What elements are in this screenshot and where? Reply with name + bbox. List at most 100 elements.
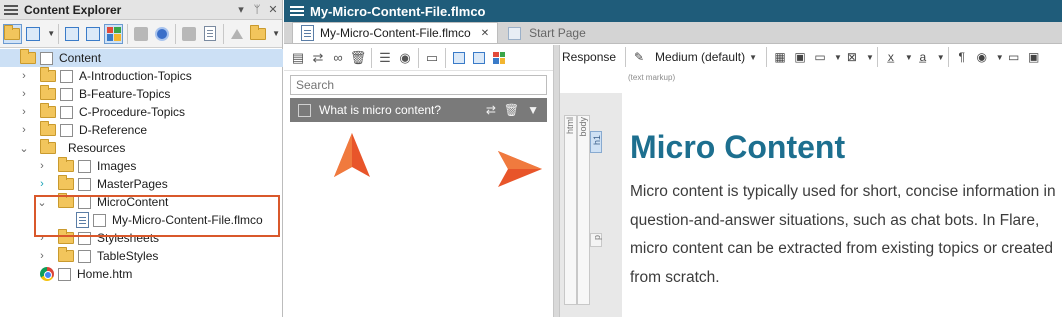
- checkbox[interactable]: [78, 159, 91, 173]
- insert-table-icon[interactable]: ▦: [772, 49, 788, 65]
- markup-hint: (text markup): [628, 73, 676, 82]
- content-heading[interactable]: Micro Content: [630, 129, 1060, 166]
- close-icon[interactable]: ✕: [268, 3, 278, 16]
- copy-button[interactable]: [84, 24, 103, 44]
- delete-icon[interactable]: 🗑: [349, 49, 367, 67]
- add-item-icon[interactable]: ▤: [289, 49, 307, 67]
- expand-icon[interactable]: ›: [18, 88, 30, 100]
- grid-view-button[interactable]: [104, 23, 123, 44]
- collapse-icon[interactable]: ⌄: [18, 142, 30, 155]
- xml-editor-pane: Response ✎ Medium (default) ▼ ▦ ▣ ▭ ▼ ⊠ …: [560, 45, 1062, 317]
- list-item[interactable]: What is micro content? ⇄ 🗑 ▼: [290, 98, 547, 122]
- tree-item-a-introduction[interactable]: › A-Introduction-Topics: [0, 67, 283, 85]
- expand-icon[interactable]: ›: [18, 70, 30, 82]
- tree-item-tablestyles[interactable]: › TableStyles: [0, 247, 283, 265]
- chevron-down-icon[interactable]: ▼: [527, 103, 539, 117]
- checkbox[interactable]: [60, 105, 73, 119]
- refresh-icon: [154, 26, 169, 41]
- document-content[interactable]: Micro Content Micro content is typically…: [628, 93, 1060, 317]
- tree-item-c-procedure[interactable]: › C-Procedure-Topics: [0, 103, 283, 121]
- new-folder-icon: [249, 24, 266, 40]
- body-label: body: [578, 117, 588, 137]
- move-up-button[interactable]: [228, 24, 247, 44]
- expand-icon[interactable]: ›: [36, 160, 48, 172]
- export-button[interactable]: [180, 24, 199, 44]
- add-child-icon[interactable]: ⇄: [309, 49, 327, 67]
- checkbox[interactable]: [78, 177, 91, 191]
- checkbox[interactable]: [78, 249, 91, 263]
- chrome-icon: [40, 267, 54, 281]
- folder-icon: [4, 24, 21, 40]
- search-box[interactable]: [290, 75, 547, 95]
- expand-icon[interactable]: ›: [18, 124, 30, 136]
- edit-icon[interactable]: ☰: [376, 49, 394, 67]
- pilcrow-icon[interactable]: ¶: [954, 49, 970, 65]
- checkbox[interactable]: [40, 51, 53, 65]
- folder-icon: [58, 175, 74, 190]
- expand-icon[interactable]: ›: [36, 250, 48, 262]
- style-select[interactable]: Medium (default) ▼: [655, 50, 757, 64]
- insert-link-icon[interactable]: ⊠: [844, 49, 860, 65]
- menu-icon[interactable]: [290, 6, 304, 16]
- checkbox[interactable]: [298, 103, 311, 117]
- more-icon[interactable]: ▣: [1026, 49, 1042, 65]
- preview-icon[interactable]: ◉: [396, 49, 414, 67]
- snippet-icon[interactable]: a̲: [915, 49, 931, 65]
- tree-item-home[interactable]: Home.htm: [0, 265, 283, 283]
- style-icon[interactable]: ✎: [631, 49, 647, 65]
- add-button[interactable]: [63, 24, 82, 44]
- document-title: My-Micro-Content-File.flmco: [310, 3, 486, 19]
- new-folder-dropdown-icon[interactable]: ▼: [272, 29, 280, 38]
- pin-icon[interactable]: ᛘ: [252, 4, 262, 16]
- tree-item-resources[interactable]: ⌄ Resources: [0, 139, 283, 157]
- delete-icon[interactable]: 🗑: [504, 103, 519, 117]
- folder-view-button[interactable]: [3, 23, 22, 44]
- body-structure-bar[interactable]: [577, 115, 590, 305]
- close-tab-icon[interactable]: ✕: [481, 28, 489, 39]
- refresh-button[interactable]: [152, 24, 171, 44]
- tab-micro-content-file[interactable]: My-Micro-Content-File.flmco ✕: [292, 22, 499, 43]
- panel-title-bar: Content Explorer ▾ ᛘ ✕: [0, 0, 282, 20]
- insert-image-icon[interactable]: ▣: [792, 49, 808, 65]
- grid-icon[interactable]: [490, 49, 508, 67]
- tab-start-page[interactable]: Start Page: [500, 23, 594, 43]
- link-icon[interactable]: ∞: [329, 49, 347, 67]
- editor-area: My-Micro-Content-File.flmco My-Micro-Con…: [284, 0, 1062, 317]
- checkbox[interactable]: [58, 267, 71, 281]
- variable-icon[interactable]: x̲: [883, 49, 899, 65]
- tree-item-d-reference[interactable]: › D-Reference: [0, 121, 283, 139]
- layout-button[interactable]: [24, 24, 43, 44]
- checkbox[interactable]: [60, 69, 73, 83]
- tree-label: Resources: [68, 141, 126, 155]
- collapse-all-icon[interactable]: [470, 49, 488, 67]
- checkbox[interactable]: [60, 87, 73, 101]
- content-paragraph[interactable]: Micro content is typically used for shor…: [630, 178, 1058, 292]
- layout-dropdown-icon[interactable]: ▼: [47, 29, 55, 38]
- response-label: Response: [562, 50, 617, 64]
- add-response-icon[interactable]: ⇄: [486, 103, 496, 117]
- search-input[interactable]: [296, 78, 541, 92]
- tree-item-b-feature[interactable]: › B-Feature-Topics: [0, 85, 283, 103]
- file-icon: [301, 25, 314, 41]
- expand-icon[interactable]: ›: [18, 106, 30, 118]
- copy-icon[interactable]: ▭: [1006, 49, 1022, 65]
- html-structure-bar[interactable]: [564, 115, 577, 305]
- tree-root[interactable]: Content: [0, 49, 283, 67]
- view-icon[interactable]: ◉: [974, 49, 990, 65]
- tree-item-images[interactable]: › Images: [0, 157, 283, 175]
- dropdown-icon[interactable]: ▾: [236, 3, 246, 16]
- tree-item-masterpages[interactable]: › MasterPages: [0, 175, 283, 193]
- bind-button[interactable]: [132, 24, 151, 44]
- layout-icon: [25, 26, 40, 41]
- folder-icon: [40, 121, 56, 136]
- document-title-bar: My-Micro-Content-File.flmco: [284, 0, 1062, 22]
- document-icon[interactable]: ▭: [423, 49, 441, 67]
- menu-icon[interactable]: [4, 4, 18, 15]
- properties-button[interactable]: [200, 24, 219, 44]
- insert-media-icon[interactable]: ▭: [812, 49, 828, 65]
- checkbox[interactable]: [60, 123, 73, 137]
- tree-label: B-Feature-Topics: [79, 87, 171, 101]
- new-folder-button[interactable]: [249, 24, 268, 44]
- expand-icon[interactable]: ›: [36, 178, 48, 190]
- expand-all-icon[interactable]: [450, 49, 468, 67]
